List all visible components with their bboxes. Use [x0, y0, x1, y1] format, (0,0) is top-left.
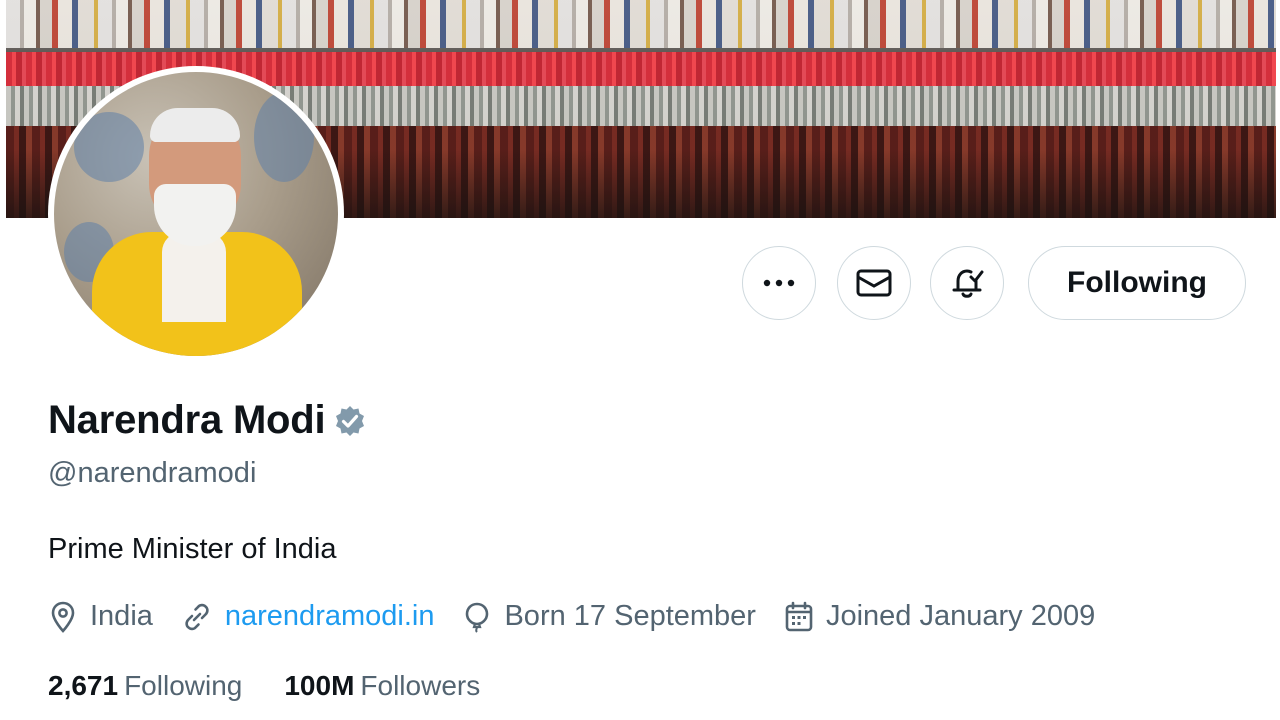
notifications-button[interactable]	[930, 246, 1004, 320]
profile-name: Narendra Modi	[48, 398, 326, 442]
balloon-icon	[466, 602, 489, 633]
envelope-icon	[856, 269, 892, 297]
link-icon	[185, 603, 209, 630]
joined-text: Joined January 2009	[825, 600, 1096, 632]
profile-name-row: Narendra Modi	[48, 398, 367, 443]
meta-joined: Joined January 2009	[784, 600, 1095, 633]
followers-stat[interactable]: 100M Followers	[284, 670, 480, 702]
followers-count: 100M	[284, 670, 355, 701]
birthday-text: Born 17 September	[504, 600, 756, 632]
following-stat[interactable]: 2,671 Following	[48, 670, 242, 702]
profile-page: Following Narendra Modi @narendramodi Pr…	[6, 0, 1276, 720]
location-pin-icon	[51, 601, 75, 633]
avatar-photo	[54, 72, 338, 356]
following-button-label: Following	[1067, 266, 1207, 299]
calendar-icon	[785, 601, 813, 631]
following-label: Following	[124, 670, 243, 701]
meta-website[interactable]: narendramodi.in	[181, 600, 435, 633]
banner-people	[6, 0, 1276, 48]
more-button[interactable]	[742, 246, 816, 320]
avatar[interactable]	[48, 66, 344, 362]
profile-bio: Prime Minister of India	[48, 533, 337, 565]
following-button[interactable]: Following	[1028, 246, 1246, 320]
profile-stats: 2,671 Following 100M Followers	[48, 670, 522, 702]
following-count: 2,671	[48, 670, 119, 701]
profile-handle: @narendramodi	[48, 457, 257, 489]
message-button[interactable]	[837, 246, 911, 320]
bell-plus-icon	[952, 269, 984, 298]
website-link[interactable]: narendramodi.in	[225, 600, 435, 633]
location-text: India	[90, 600, 153, 632]
more-dots-icon	[763, 279, 795, 287]
profile-meta: India narendramodi.in Born 17 September	[48, 600, 1123, 633]
followers-label: Followers	[360, 670, 481, 701]
meta-location: India	[48, 600, 153, 633]
verified-badge-icon[interactable]	[333, 404, 367, 438]
meta-birthday: Born 17 September	[462, 600, 756, 633]
